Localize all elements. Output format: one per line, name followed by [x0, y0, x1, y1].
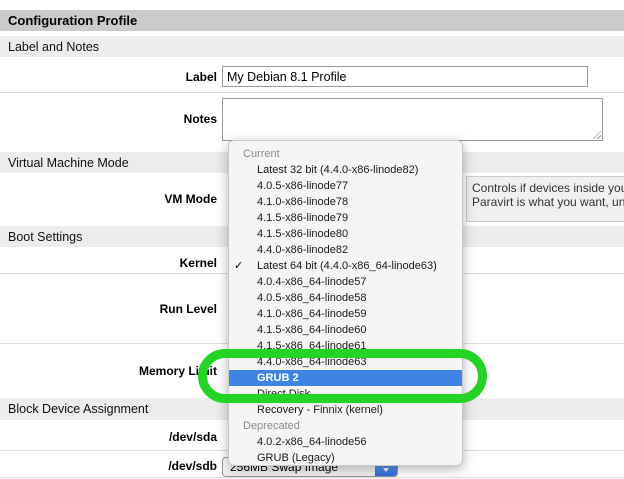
- menu-item[interactable]: GRUB (Legacy): [229, 450, 462, 466]
- menu-item[interactable]: Latest 32 bit (4.4.0-x86-linode82): [229, 162, 462, 178]
- run-level-label: Run Level: [0, 302, 217, 316]
- menu-item[interactable]: 4.1.5-x86-linode79: [229, 210, 462, 226]
- dev-sda-label: /dev/sda: [0, 430, 217, 444]
- menu-item[interactable]: 4.0.5-x86_64-linode58: [229, 290, 462, 306]
- page-title: Configuration Profile: [8, 13, 137, 28]
- menu-item-label: GRUB (Legacy): [257, 452, 335, 464]
- configuration-profile-page: Configuration Profile Label and Notes La…: [0, 0, 624, 479]
- section-title: Label and Notes: [8, 40, 99, 54]
- menu-item-label: Latest 64 bit (4.4.0-x86_64-linode63): [257, 260, 437, 272]
- menu-item-label: 4.0.2-x86_64-linode56: [257, 436, 366, 448]
- menu-item-label: 4.0.5-x86-linode77: [257, 180, 348, 192]
- row-divider: [0, 92, 624, 93]
- menu-item-label: Recovery - Finnix (kernel): [257, 404, 383, 416]
- menu-item[interactable]: 4.1.0-x86_64-linode59: [229, 306, 462, 322]
- menu-item[interactable]: 4.4.0-x86-linode82: [229, 242, 462, 258]
- kernel-label: Kernel: [0, 256, 217, 270]
- menu-item[interactable]: 4.1.5-x86-linode80: [229, 226, 462, 242]
- menu-item[interactable]: 4.0.2-x86_64-linode56: [229, 434, 462, 450]
- menu-item-label: Deprecated: [243, 420, 300, 432]
- menu-item-label: 4.1.5-x86-linode80: [257, 228, 348, 240]
- kernel-menu: Current Latest 32 bit (4.4.0-x86-linode82…: [228, 140, 463, 466]
- menu-item-label: 4.4.0-x86-linode82: [257, 244, 348, 256]
- section-title: Block Device Assignment: [8, 402, 148, 416]
- row-divider: [0, 477, 624, 478]
- page-header: Configuration Profile: [0, 10, 624, 31]
- menu-item-label: 4.0.5-x86_64-linode58: [257, 292, 366, 304]
- menu-group-label: Current: [229, 146, 462, 162]
- vm-mode-label: VM Mode: [0, 192, 217, 206]
- menu-item-label: Current: [243, 148, 280, 160]
- section-title: Boot Settings: [8, 230, 82, 244]
- menu-item[interactable]: 4.0.4-x86_64-linode57: [229, 274, 462, 290]
- menu-item-label: 4.0.4-x86_64-linode57: [257, 276, 366, 288]
- menu-item[interactable]: 4.1.0-x86-linode78: [229, 194, 462, 210]
- label-field-label: Label: [0, 70, 217, 84]
- notes-field-label: Notes: [0, 112, 217, 126]
- menu-item-label: 4.1.0-x86_64-linode59: [257, 308, 366, 320]
- dev-sdb-label: /dev/sdb: [0, 459, 217, 473]
- memory-limit-label: Memory Limit: [0, 364, 217, 378]
- menu-item-label: 4.1.5-x86-linode79: [257, 212, 348, 224]
- menu-item-label: Latest 32 bit (4.4.0-x86-linode82): [257, 164, 418, 176]
- menu-item-label: 4.1.5-x86_64-linode60: [257, 324, 366, 336]
- section-title: Virtual Machine Mode: [8, 156, 129, 170]
- help-line-2: Paravirt is what you want, unle: [472, 195, 624, 209]
- section-label-and-notes: Label and Notes: [0, 36, 624, 57]
- label-input[interactable]: [222, 66, 588, 87]
- resize-handle-icon[interactable]: [590, 128, 601, 139]
- menu-item[interactable]: ✓ Latest 64 bit (4.4.0-x86_64-linode63): [229, 258, 462, 274]
- menu-item[interactable]: 4.1.5-x86_64-linode60: [229, 322, 462, 338]
- notes-textarea[interactable]: [222, 98, 603, 141]
- menu-item[interactable]: Recovery - Finnix (kernel): [229, 402, 462, 418]
- menu-item-label: 4.1.0-x86-linode78: [257, 196, 348, 208]
- help-line-1: Controls if devices inside your: [472, 181, 624, 195]
- checkmark-icon: ✓: [234, 258, 243, 274]
- vm-mode-help-text: Controls if devices inside your Paravirt…: [466, 176, 624, 222]
- annotation-ring: [198, 349, 487, 403]
- menu-group-label: Deprecated: [229, 418, 462, 434]
- menu-item[interactable]: 4.0.5-x86-linode77: [229, 178, 462, 194]
